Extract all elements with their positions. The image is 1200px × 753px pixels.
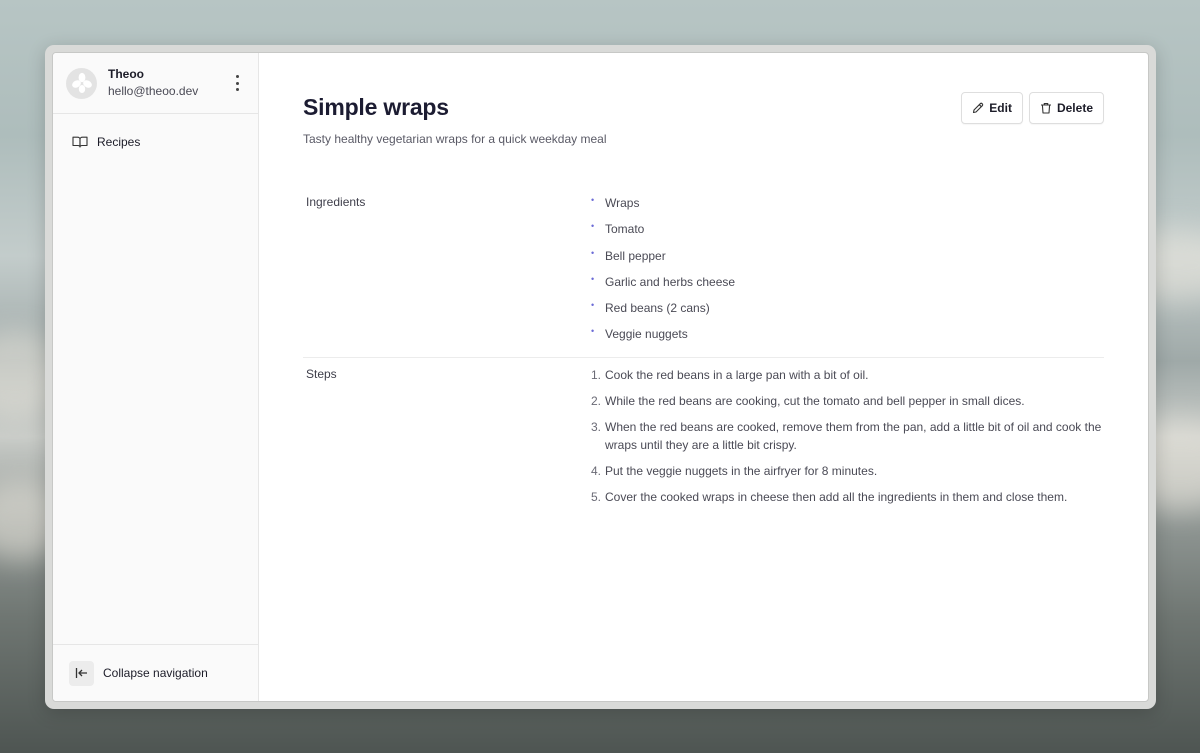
steps-section: Steps 1. Cook the red beans in a large pa…: [303, 358, 1104, 520]
sidebar-nav: Recipes: [53, 114, 258, 644]
step-item: 3. When the red beans are cooked, remove …: [591, 419, 1104, 454]
edit-button[interactable]: Edit: [961, 92, 1023, 124]
step-item: 1. Cook the red beans in a large pan with…: [591, 367, 1104, 385]
collapse-icon: [69, 660, 94, 686]
ingredient-item: Tomato: [591, 218, 1104, 239]
step-item: 4. Put the veggie nuggets in the airfryer…: [591, 463, 1104, 481]
collapse-navigation-label: Collapse navigation: [103, 666, 208, 680]
page-subtitle: Tasty healthy vegetarian wraps for a qui…: [303, 132, 607, 146]
step-item: 5. Cover the cooked wraps in cheese then …: [591, 489, 1104, 507]
pencil-icon: [973, 102, 984, 114]
ingredients-list: Wraps Tomato Bell pepper Garlic and herbs c…: [591, 192, 1104, 353]
flower-logo-icon: [71, 72, 92, 93]
trash-icon: [1040, 103, 1051, 114]
user-name: Theoo: [108, 67, 144, 81]
step-number: 3.: [591, 420, 602, 435]
ingredient-item: Wraps: [591, 192, 1104, 213]
step-number: 1.: [591, 367, 602, 382]
user-profile: Theoo hello@theoo.dev: [53, 53, 258, 114]
delete-button-label: Delete: [1056, 101, 1093, 115]
sidebar-item-label: Recipes: [97, 135, 141, 149]
steps-list: 1. Cook the red beans in a large pan with…: [591, 367, 1104, 516]
step-text: When the red beans are cooked, remove th…: [605, 420, 1102, 452]
collapse-navigation-button[interactable]: Collapse navigation: [53, 644, 258, 701]
step-number: 2.: [591, 394, 602, 409]
ingredient-item: Veggie nuggets: [591, 324, 1104, 344]
recipe-detail: Simple wraps Tasty healthy vegetarian wr…: [259, 53, 1148, 701]
more-options-icon[interactable]: [234, 75, 240, 91]
book-icon: [72, 136, 88, 148]
step-text: Cook the red beans in a large pan with a…: [605, 367, 869, 382]
step-number: 4.: [591, 464, 602, 479]
ingredient-item: Garlic and herbs cheese: [591, 271, 1104, 292]
recipe-actions: Edit Delete: [961, 92, 1104, 124]
avatar[interactable]: [66, 67, 97, 99]
app-frame: Theoo hello@theoo.dev Recipes Collapse n…: [52, 52, 1149, 702]
user-email: hello@theoo.dev: [108, 84, 199, 98]
sidebar-item-recipes[interactable]: Recipes: [53, 131, 258, 153]
steps-label: Steps: [306, 366, 337, 381]
step-item: 2. While the red beans are cooking, cut t…: [591, 393, 1104, 411]
user-info: Theoo hello@theoo.dev: [108, 66, 198, 100]
step-text: Cover the cooked wraps in cheese then ad…: [605, 490, 1068, 505]
ingredient-item: Red beans (2 cans): [591, 297, 1104, 318]
ingredients-label: Ingredients: [306, 195, 366, 209]
sidebar: Theoo hello@theoo.dev Recipes Collapse n…: [53, 53, 259, 701]
app-window: Theoo hello@theoo.dev Recipes Collapse n…: [45, 45, 1156, 709]
recipe-table: Ingredients Wraps Tomato Bell pepper Garlic…: [303, 186, 1104, 520]
ingredients-section: Ingredients Wraps Tomato Bell pepper Garlic…: [303, 186, 1104, 358]
delete-button[interactable]: Delete: [1028, 92, 1104, 124]
edit-button-label: Edit: [989, 101, 1012, 115]
step-number: 5.: [591, 490, 602, 505]
step-text: While the red beans are cooking, cut the…: [605, 394, 1025, 409]
ingredient-item: Bell pepper: [591, 245, 1104, 266]
step-text: Put the veggie nuggets in the airfryer f…: [605, 464, 878, 479]
